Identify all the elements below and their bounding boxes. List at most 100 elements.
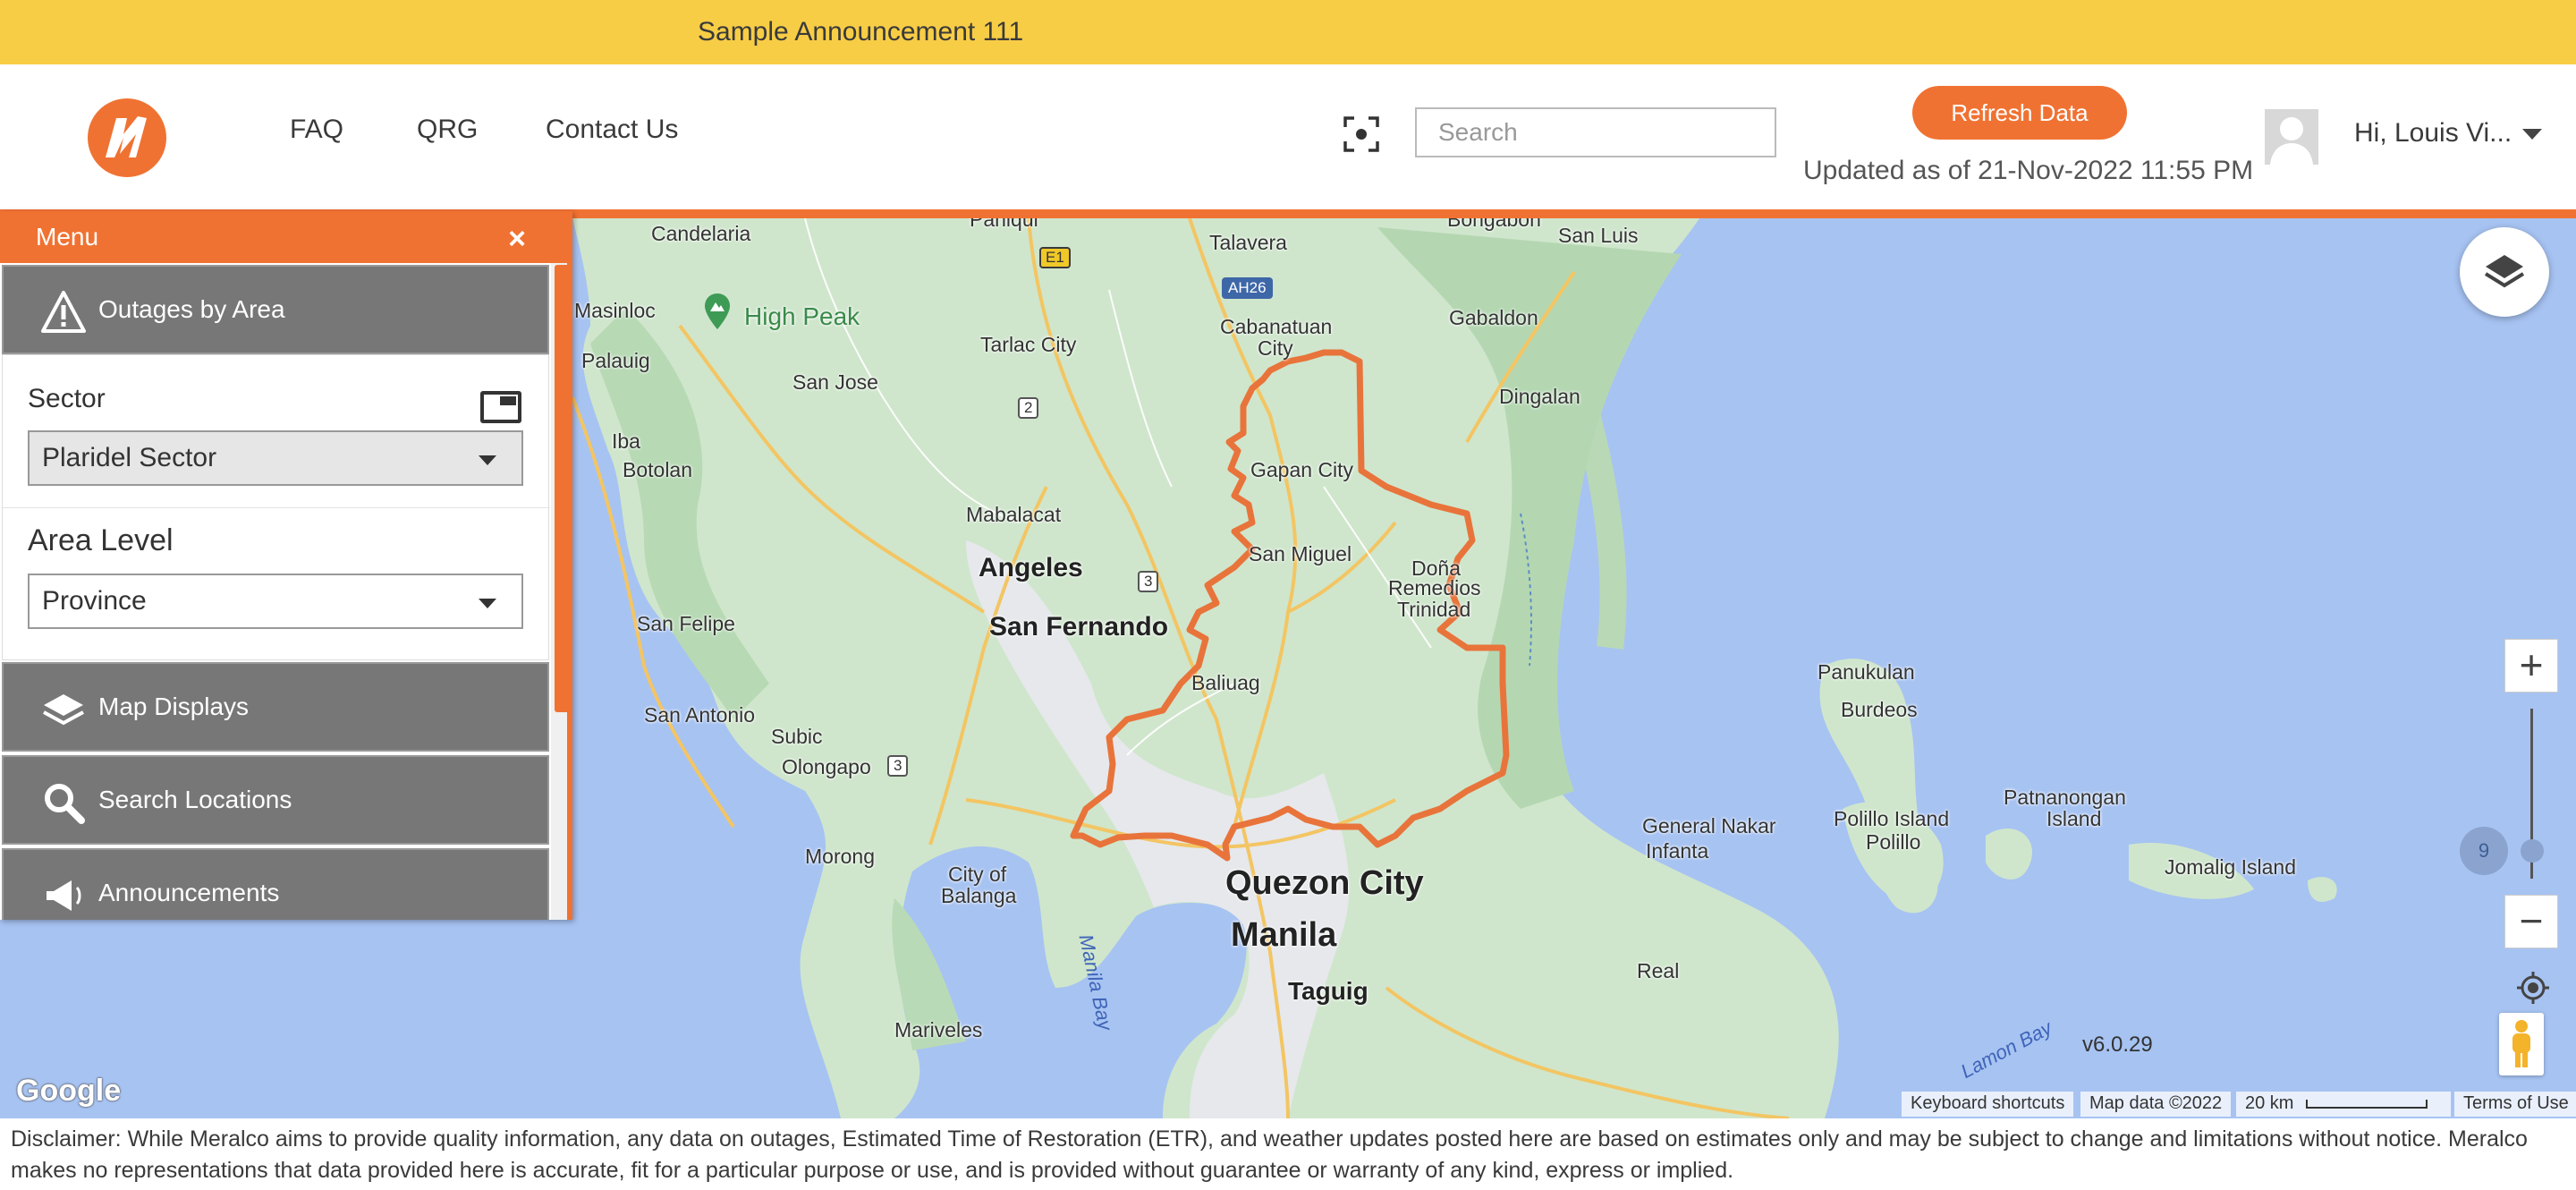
zoom-level-indicator[interactable]: 9 (2460, 827, 2508, 875)
map-layers-button[interactable] (2460, 227, 2549, 317)
search-input[interactable] (1415, 107, 1776, 157)
street-view-pegman[interactable] (2499, 1013, 2544, 1075)
map-label-polillo: Polillo (1866, 830, 1921, 854)
user-silhouette-icon (2265, 109, 2318, 165)
map-label-angeles: Angeles (979, 553, 1083, 582)
map-label-candelaria: Candelaria (651, 222, 751, 245)
map-label-san-miguel: San Miguel (1249, 542, 1352, 565)
area-level-select-value: Province (42, 586, 147, 616)
disclaimer-text: Disclaimer: While Meralco aims to provid… (11, 1126, 2528, 1183)
menu-header: Menu × (0, 211, 567, 263)
map-label-cabanatuan: Cabanatuan (1220, 315, 1333, 338)
map-label-general-nakar: General Nakar (1642, 814, 1776, 837)
map-label-olongapo: Olongapo (782, 755, 871, 778)
updated-timestamp: Updated as of 21-Nov-2022 11:55 PM (1803, 156, 2254, 185)
chevron-down-icon (479, 455, 496, 465)
map-label-talavera: Talavera (1209, 231, 1287, 254)
road-shield-3a: 3 (1138, 571, 1159, 592)
meralco-logo[interactable] (88, 98, 166, 177)
map-label-botolan: Botolan (623, 458, 693, 481)
map-label-paniqui: Paniqui (970, 218, 1038, 231)
avatar[interactable] (2265, 109, 2318, 165)
map-label-cabanatuan-city: City (1258, 336, 1293, 360)
map-label-san-jose: San Jose (792, 370, 878, 394)
road-shield-3b: 3 (887, 755, 909, 777)
road-shield-ah26: AH26 (1222, 277, 1273, 299)
area-level-label: Area Level (28, 523, 174, 557)
section-search-locations-label: Search Locations (98, 786, 292, 813)
map-label-taguig: Taguig (1288, 977, 1368, 1005)
map-label-morong: Morong (805, 845, 875, 868)
section-search-locations[interactable]: Search Locations (2, 755, 549, 845)
map-label-baliuag: Baliuag (1191, 671, 1260, 694)
section-announcements[interactable]: Announcements (2, 848, 549, 920)
close-icon[interactable]: × (508, 222, 526, 257)
outage-filter-panel: Sector Plaridel Sector Area Level Provin… (2, 354, 550, 660)
menu-scrollbar-thumb[interactable] (555, 265, 567, 712)
map-label-city-of: City of (948, 863, 1007, 886)
sector-select[interactable]: Plaridel Sector (28, 430, 523, 486)
map-data-credit: Map data ©2022 (2080, 1092, 2232, 1117)
panel-toggle-icon[interactable] (480, 391, 521, 423)
user-greeting[interactable]: Hi, Louis Vi... (2354, 118, 2512, 149)
section-map-displays[interactable]: Map Displays (2, 662, 549, 752)
nav-faq[interactable]: FAQ (290, 115, 343, 145)
menu-title: Menu (36, 223, 99, 251)
google-logo: Google (16, 1074, 122, 1108)
screenshot-focus-icon[interactable] (1343, 116, 1379, 152)
logo-bolt-icon (106, 116, 147, 157)
map-pin-icon[interactable] (705, 293, 730, 329)
side-menu: Menu × Outages by Area Sector Plaridel S… (0, 211, 572, 920)
menu-scrollbar[interactable] (551, 263, 567, 920)
map-label-palauig: Palauig (581, 349, 650, 372)
section-map-displays-label: Map Displays (98, 693, 250, 720)
road-shield-2: 2 (1018, 397, 1039, 419)
map-label-san-antonio: San Antonio (644, 703, 756, 727)
zoom-out-button[interactable]: − (2504, 895, 2558, 948)
pegman-icon (2512, 1020, 2530, 1067)
map-label-subic: Subic (771, 725, 823, 748)
area-level-select[interactable]: Province (28, 574, 523, 629)
map-label-masinloc: Masinloc (574, 299, 656, 322)
announcement-text: Sample Announcement 111 (698, 17, 1024, 47)
map-label-mabalacat: Mabalacat (966, 503, 1062, 526)
map-label-jomalig: Jomalig Island (2165, 855, 2297, 879)
map-scale-label: 20 km (2245, 1093, 2294, 1113)
warning-icon (41, 291, 86, 333)
announcement-bar: Sample Announcement 111 (0, 0, 2576, 64)
map-label-gapan: Gapan City (1250, 458, 1354, 481)
nav-qrg[interactable]: QRG (417, 115, 478, 145)
zoom-slider-knob[interactable] (2521, 839, 2544, 863)
map-label-san-luis: San Luis (1558, 224, 1639, 247)
refresh-data-button[interactable]: Refresh Data (1912, 86, 2127, 140)
map-label-panukulan: Panukulan (1818, 660, 1915, 684)
map-label-remedios: Remedios (1388, 576, 1481, 599)
map-label-balanga: Balanga (941, 884, 1017, 907)
chevron-down-icon[interactable] (2522, 129, 2542, 140)
map-label-quezon-city: Quezon City (1225, 864, 1424, 902)
map-label-bongabon: Bongabon (1447, 218, 1541, 231)
map-label-dingalan: Dingalan (1499, 385, 1580, 408)
map-label-tarlac: Tarlac City (980, 333, 1077, 356)
map-label-gabaldon: Gabaldon (1449, 306, 1538, 329)
keyboard-shortcuts-link[interactable]: Keyboard shortcuts (1902, 1092, 2074, 1117)
sector-label: Sector (28, 384, 106, 413)
section-outages-by-area[interactable]: Outages by Area (2, 265, 549, 354)
map-label-trinidad: Trinidad (1397, 598, 1471, 621)
map-scale[interactable]: 20 km (2236, 1092, 2451, 1117)
chevron-down-icon (479, 599, 496, 608)
map-label-patnanongan: Patnanongan (2004, 786, 2126, 809)
section-outages-label: Outages by Area (98, 295, 285, 323)
map-label-mariveles: Mariveles (894, 1018, 983, 1041)
map-label-manila: Manila (1231, 916, 1337, 954)
nav-contact-us[interactable]: Contact Us (546, 115, 678, 145)
layers-icon (2484, 255, 2525, 288)
section-announcements-label: Announcements (98, 879, 280, 906)
sector-select-value: Plaridel Sector (42, 443, 217, 472)
megaphone-icon (47, 880, 81, 911)
zoom-in-button[interactable]: + (2504, 639, 2558, 693)
terms-of-use-link[interactable]: Terms of Use (2454, 1092, 2576, 1117)
map-label-high-peak: High Peak (744, 302, 860, 330)
map-label-infanta: Infanta (1646, 839, 1709, 863)
my-location-icon[interactable] (2515, 970, 2551, 1006)
